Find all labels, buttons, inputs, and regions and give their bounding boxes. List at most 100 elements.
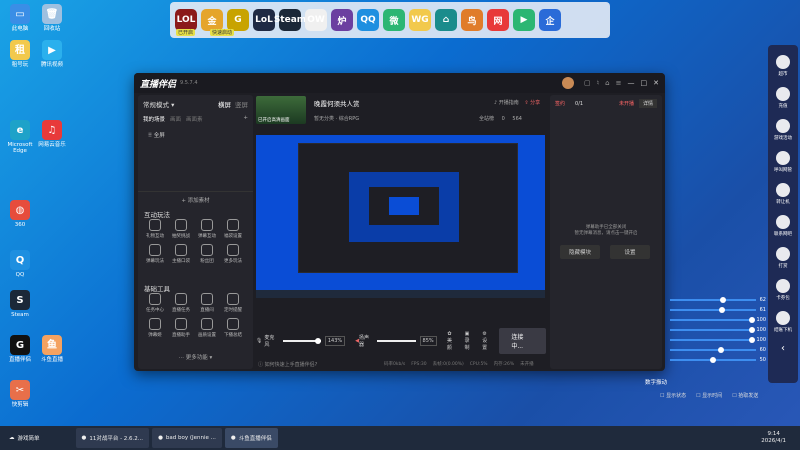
tool-button[interactable]: 弹幕姬: [142, 318, 168, 338]
dock-item[interactable]: 超市: [768, 55, 798, 77]
interactive-feature-button[interactable]: 更多玩法: [220, 244, 246, 264]
send-pick-toggle[interactable]: ☐ 拾取发送: [732, 392, 758, 399]
close-button[interactable]: ✕: [653, 79, 659, 87]
tab-portrait[interactable]: 竖屏: [235, 99, 248, 109]
volume-slider-row[interactable]: 62: [670, 295, 766, 305]
dock-item[interactable]: 充值: [768, 87, 798, 109]
weather-widget[interactable]: ☁ 游戏简单: [3, 428, 46, 448]
dock-item[interactable]: 打赏: [768, 247, 798, 269]
headset-icon[interactable]: ♮: [597, 79, 600, 87]
slider-track[interactable]: [670, 357, 756, 363]
slider-thumb[interactable]: [719, 307, 726, 313]
my-scenes-tab[interactable]: 我的场景: [143, 115, 165, 123]
slider-thumb[interactable]: [749, 327, 756, 333]
dock-item[interactable]: 转让机: [768, 183, 798, 205]
desktop-icon[interactable]: ◍ 360: [4, 200, 36, 228]
launcher-icon[interactable]: OW: [305, 9, 327, 31]
scene-mode-dropdown[interactable]: 常规模式 ▾: [143, 99, 174, 109]
slider-track[interactable]: [670, 327, 756, 333]
stream-title[interactable]: 晚霞何须共人赏: [314, 98, 360, 108]
go-live-button[interactable]: 连接中...: [499, 328, 547, 354]
stream-category[interactable]: 暂无分类 · 综合RPG: [314, 115, 359, 122]
minimize-button[interactable]: —: [628, 79, 635, 87]
slider-thumb[interactable]: [718, 347, 725, 353]
scene-subtab-1[interactable]: 画面: [170, 115, 181, 123]
interactive-feature-button[interactable]: 粉丝团: [194, 244, 220, 264]
stream-preview[interactable]: [256, 135, 545, 298]
launcher-icon[interactable]: 金: [201, 9, 223, 31]
launcher-icon[interactable]: LOL: [175, 9, 197, 31]
share-button[interactable]: ⇪ 分享: [524, 100, 540, 106]
dock-item[interactable]: 结账下机: [768, 311, 798, 333]
slider-thumb[interactable]: [749, 317, 756, 323]
mic-icon[interactable]: 🎙: [256, 338, 262, 344]
desktop-icon[interactable]: ▭ 此电脑: [4, 4, 36, 32]
tool-button[interactable]: 直播间: [194, 293, 220, 313]
hide-module-button[interactable]: 隐藏模块: [560, 245, 600, 259]
interactive-feature-button[interactable]: 福袋设置: [220, 219, 246, 239]
tool-button[interactable]: 定时提醒: [220, 293, 246, 313]
slider-track[interactable]: [670, 297, 756, 303]
launcher-icon[interactable]: 企: [539, 9, 561, 31]
show-time-toggle[interactable]: ☐ 显示时间: [696, 392, 722, 399]
launcher-icon[interactable]: 网: [487, 9, 509, 31]
stream-thumbnail[interactable]: 已开启高清画面: [256, 96, 306, 124]
maximize-button[interactable]: □: [641, 79, 648, 87]
slider-track[interactable]: [670, 317, 756, 323]
dock-item[interactable]: 卡券包: [768, 279, 798, 301]
launcher-icon[interactable]: 炉: [331, 9, 353, 31]
tool-button[interactable]: 任务中心: [142, 293, 168, 313]
collapse-chevron-icon[interactable]: ‹: [768, 343, 798, 354]
scene-item[interactable]: ⠿ 全屏: [138, 125, 253, 145]
launcher-icon[interactable]: LoL: [253, 9, 275, 31]
volume-slider-row[interactable]: 61: [670, 305, 766, 315]
dock-item[interactable]: 游戏活动: [768, 119, 798, 141]
avatar[interactable]: [562, 77, 575, 89]
desktop-icon[interactable]: 租租号玩: [4, 40, 36, 68]
tab-landscape[interactable]: 横屏: [218, 99, 231, 109]
interactive-feature-button[interactable]: 弹幕玩法: [142, 244, 168, 264]
launcher-icon[interactable]: QQ: [357, 9, 379, 31]
speaker-slider[interactable]: [377, 340, 416, 342]
slider-track[interactable]: [670, 347, 756, 353]
interactive-feature-button[interactable]: 抽奖挑战: [168, 219, 194, 239]
slider-thumb[interactable]: [720, 297, 727, 303]
interactive-feature-button[interactable]: 主播口袋: [168, 244, 194, 264]
launcher-icon[interactable]: WG: [409, 9, 431, 31]
add-source-button[interactable]: + 添加素材: [138, 191, 253, 204]
settings-button[interactable]: ⚙ 设置: [480, 331, 490, 351]
shirt-icon[interactable]: ⌂: [605, 79, 609, 87]
ranking-badge[interactable]: 全站榜: [479, 116, 494, 122]
tool-button[interactable]: 画质设置: [194, 318, 220, 338]
desktop-icon[interactable]: 鱼斗鱼直播: [36, 335, 68, 363]
launcher-icon[interactable]: G: [227, 9, 249, 31]
sign-tab[interactable]: 签约: [555, 100, 565, 107]
launcher-icon[interactable]: ⌂: [435, 9, 457, 31]
slider-track[interactable]: [670, 337, 756, 343]
slider-thumb[interactable]: [749, 337, 756, 343]
message-icon[interactable]: ▢: [584, 79, 591, 87]
task-2[interactable]: ● bad boy (Jennie ...: [152, 428, 222, 448]
mic-slider[interactable]: [282, 338, 321, 344]
volume-slider-row[interactable]: 100: [670, 335, 766, 345]
scene-subtab-2[interactable]: 画面素: [186, 115, 203, 123]
desktop-icon[interactable]: Q QQ: [4, 250, 36, 278]
help-hint[interactable]: ⓘ 如何快速上手直播伴侣?: [258, 361, 317, 368]
start-guide-button[interactable]: ♪ 开播指南: [494, 100, 519, 106]
launcher-icon[interactable]: ▶: [513, 9, 535, 31]
launcher-icon[interactable]: Steam: [274, 9, 306, 31]
interactive-feature-button[interactable]: 弹幕互动: [194, 219, 220, 239]
interactive-feature-button[interactable]: 礼物互动: [142, 219, 168, 239]
launcher-icon[interactable]: 微: [383, 9, 405, 31]
task-3[interactable]: ● 斗鱼直播伴侣: [224, 428, 278, 448]
desktop-icon[interactable]: G 直播伴侣: [4, 335, 36, 363]
clock[interactable]: 9:14 2026/4/1: [761, 431, 786, 444]
menu-icon[interactable]: ≡: [616, 79, 622, 87]
desktop-icon[interactable]: S Steam: [4, 290, 36, 318]
slider-track[interactable]: [670, 307, 756, 313]
detail-button[interactable]: 详情: [638, 99, 657, 108]
volume-slider-row[interactable]: 100: [670, 325, 766, 335]
desktop-icon[interactable]: ▶ 腾讯视频: [36, 40, 68, 68]
dock-item[interactable]: 呼叫网管: [768, 151, 798, 173]
task-1[interactable]: ● 11对战平台 - 2.6.2...: [75, 428, 150, 448]
